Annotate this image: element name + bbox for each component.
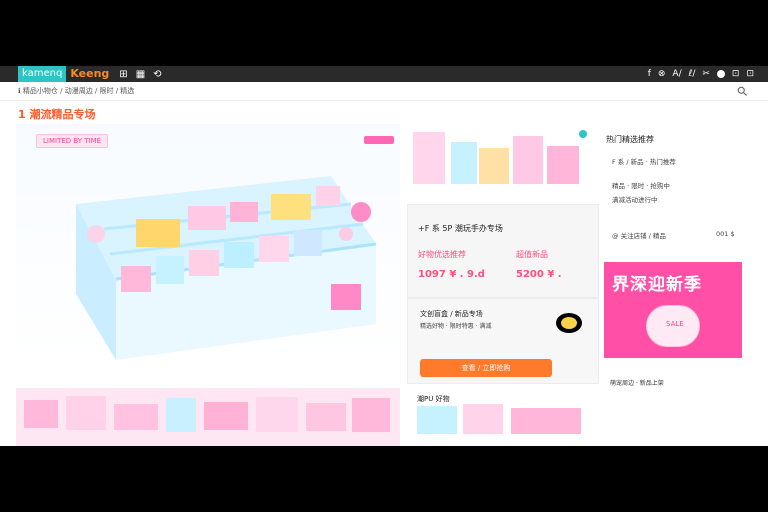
right-line-1: F 系 / 新品 · 热门推荐 bbox=[612, 158, 676, 166]
right-line-4-right: 001 $ bbox=[716, 230, 735, 238]
brand-right: Keeng bbox=[70, 67, 110, 80]
layout-icon[interactable]: ▦ bbox=[136, 69, 145, 80]
hero-showcase[interactable]: LIMITED BY TIME bbox=[16, 124, 400, 364]
pink-promo-headline: 界深迎新季 bbox=[612, 275, 702, 295]
featured-card[interactable]: +F 系 5P 潮玩手办专场 好物优选推荐 1097 ¥ . 9.d 超值新品 … bbox=[407, 204, 599, 298]
bottom-section-illustration bbox=[417, 404, 581, 434]
search-icon[interactable] bbox=[736, 85, 748, 97]
promo-card[interactable]: 文创盲盒 / 新品专场 精选好物 · 限时特惠 · 满减 查看 / 立即抢购 bbox=[407, 298, 599, 384]
featured-card-title: +F 系 5P 潮玩手办专场 bbox=[418, 224, 503, 233]
strip-illustration bbox=[16, 388, 400, 446]
address-text: ℹ 精品小物仓 / 动漫周边 / 限时 / 精选 bbox=[18, 87, 135, 95]
right-line-3: 满减活动进行中 bbox=[612, 196, 658, 204]
window-icon[interactable]: ⊡ bbox=[732, 69, 740, 79]
refresh-icon[interactable]: ⟲ bbox=[153, 69, 161, 80]
promo-title: 文创盲盒 / 新品专场 bbox=[420, 310, 483, 318]
middle-top-showcase[interactable] bbox=[407, 124, 597, 204]
buy-now-button[interactable]: 查看 / 立即抢购 bbox=[420, 359, 552, 377]
middle-bottom-section: 潮PU 好物 bbox=[407, 386, 597, 446]
cut-icon[interactable]: ✂ bbox=[702, 69, 710, 79]
facebook-icon[interactable]: f bbox=[648, 69, 651, 79]
topbar-right-icons: f ⊗ A/ ℓ/ ✂ ⊡ ⊡ bbox=[648, 66, 754, 82]
featured-right-title: 超值新品 bbox=[516, 250, 548, 259]
brand[interactable]: kamenq Keeng bbox=[18, 66, 109, 82]
brand-left: kamenq bbox=[18, 66, 67, 82]
window2-icon[interactable]: ⊡ bbox=[746, 69, 754, 79]
featured-left-title: 好物优选推荐 bbox=[418, 250, 466, 259]
grid-icon[interactable]: ⊞ bbox=[119, 69, 127, 80]
featured-left-price: 1097 ¥ . 9.d bbox=[418, 269, 485, 280]
page-title: 1 潮流精品专场 bbox=[18, 108, 96, 121]
featured-right-price: 5200 ¥ . bbox=[516, 269, 562, 280]
right-header: 热门精选推荐 bbox=[606, 135, 654, 144]
close-icon[interactable]: ⊗ bbox=[658, 69, 666, 79]
middle-top-illustration bbox=[413, 130, 587, 184]
translate-icon[interactable]: A/ bbox=[672, 69, 681, 79]
right-bottom-text: 萌宠周边 · 新品上架 bbox=[610, 380, 664, 387]
status-dot-icon bbox=[716, 70, 725, 78]
app-window: kamenq Keeng ⊞ ▦ ⟲ f ⊗ A/ ℓ/ ✂ ⊡ ⊡ ℹ 精品小… bbox=[0, 66, 768, 446]
hero-illustration bbox=[76, 176, 377, 360]
promo-subtitle: 精选好物 · 限时特惠 · 满减 bbox=[420, 323, 492, 330]
sale-text: SALE bbox=[666, 320, 684, 328]
pink-promo-banner[interactable]: 界深迎新季 SALE bbox=[604, 262, 742, 358]
topbar-icon-group: ⊞ ▦ ⟲ bbox=[119, 69, 161, 80]
bottom-product-strip[interactable] bbox=[16, 388, 400, 446]
address-bar[interactable]: ℹ 精品小物仓 / 动漫周边 / 限时 / 精选 bbox=[0, 82, 768, 101]
right-line-4[interactable]: @ 关注店铺 / 精品 bbox=[612, 230, 666, 240]
right-line-2: 精品 · 限时 · 抢购中 bbox=[612, 182, 670, 190]
promo-badge-icon bbox=[556, 313, 582, 333]
top-bar: kamenq Keeng ⊞ ▦ ⟲ f ⊗ A/ ℓ/ ✂ ⊡ ⊡ bbox=[0, 66, 768, 82]
link-icon[interactable]: ℓ/ bbox=[689, 69, 696, 79]
